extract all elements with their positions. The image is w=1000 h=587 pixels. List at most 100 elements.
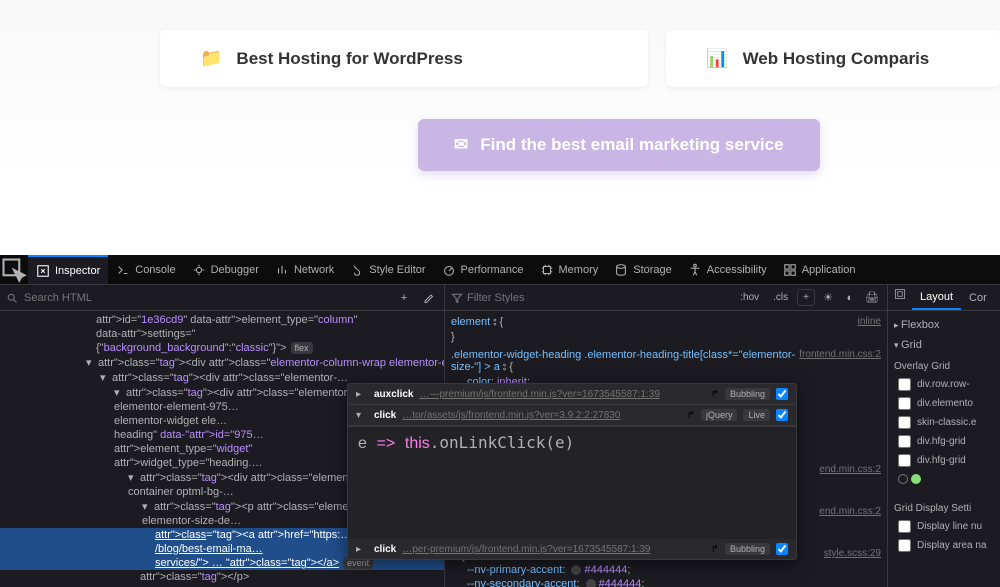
event-enabled-checkbox[interactable] (776, 388, 788, 400)
overlay-grid-item[interactable]: div.hfg-grid (894, 451, 994, 470)
rule-source[interactable]: end.min.css:2 (819, 506, 881, 517)
webpage-preview: 📁 Best Hosting for WordPress 📊 Web Hosti… (0, 0, 1000, 255)
event-location[interactable]: …per-premium/js/frontend.min.js?ver=1673… (402, 544, 704, 555)
cls-toggle[interactable]: .cls (768, 290, 793, 305)
event-row[interactable]: ▾ click …tor/assets/js/frontend.min.js?v… (348, 405, 796, 426)
tree-node[interactable]: attr">class="tag"></p> (0, 570, 444, 584)
rule-source[interactable]: style.scss:29 (824, 548, 881, 559)
tab-accessibility[interactable]: Accessibility (680, 255, 775, 284)
overlay-grid-item[interactable]: div.hfg-grid (894, 432, 994, 451)
overlay-label: div.row.row- (917, 379, 970, 390)
tab-label: Network (294, 264, 334, 276)
event-location[interactable]: …—premium/js/frontend.min.js?ver=1673545… (419, 389, 704, 400)
twisty-icon[interactable]: ▾ (86, 356, 96, 369)
tab-storage[interactable]: Storage (606, 255, 680, 284)
color-swatch[interactable] (586, 579, 596, 587)
grid-section[interactable]: Grid (894, 335, 994, 355)
pick-element-icon[interactable] (0, 256, 28, 284)
tab-debugger[interactable]: Debugger (184, 255, 267, 284)
overlay-checkbox[interactable] (898, 416, 911, 429)
twisty-icon[interactable]: ▾ (142, 500, 152, 513)
event-type: click (374, 544, 396, 555)
overlay-grid-item[interactable]: div.row.row- (894, 375, 994, 394)
radio-empty[interactable] (898, 474, 908, 484)
tree-node[interactable]: attr">id="1e36cd9" data-attr">element_ty… (0, 313, 444, 327)
rule-source[interactable]: inline (858, 316, 881, 327)
hosting-card[interactable]: 📁 Best Hosting for WordPress (160, 30, 648, 87)
add-rule-button[interactable]: + (797, 289, 815, 306)
styles-toolbar: :hov .cls + ☀ ◐ 🖨 (445, 285, 887, 311)
eyedropper-button[interactable] (418, 288, 438, 308)
var-value[interactable]: #444444 (584, 564, 627, 576)
filter-styles-input[interactable] (467, 292, 731, 304)
tree-node[interactable]: {"background_background":"classic"}">fle… (0, 341, 444, 355)
option-label: Display area na (917, 540, 986, 551)
jump-icon[interactable]: ↱ (687, 410, 695, 421)
tree-node[interactable]: ▾attr">class="tag"><div attr">class="ele… (0, 355, 444, 370)
tab-label: Inspector (55, 265, 100, 277)
overlay-grid-item[interactable]: skin-classic.e (894, 413, 994, 432)
tab-label: Style Editor (369, 264, 425, 276)
tab-inspector[interactable]: Inspector (28, 255, 108, 284)
jump-icon[interactable]: ↱ (711, 544, 719, 555)
tab-application[interactable]: Application (775, 255, 864, 284)
chart-icon: 📊 (706, 48, 728, 69)
rule-source[interactable]: end.min.css:2 (819, 464, 881, 475)
layout-panel: Layout Cor Flexbox Grid Overlay Grid div… (888, 285, 1000, 587)
twisty-icon[interactable]: ▾ (100, 371, 110, 384)
chevron-down-icon[interactable]: ▾ (356, 410, 366, 421)
overlay-label: div.hfg-grid (917, 436, 966, 447)
event-enabled-checkbox[interactable] (776, 409, 788, 421)
tab-label: Application (802, 264, 856, 276)
dark-scheme-icon[interactable]: ◐ (841, 289, 859, 307)
overlay-label: skin-classic.e (917, 417, 976, 428)
overlay-checkbox[interactable] (898, 454, 911, 467)
event-handler-code: e => this.onLinkClick(e) (348, 426, 796, 459)
flexbox-section[interactable]: Flexbox (894, 315, 994, 335)
jump-icon[interactable]: ↱ (711, 389, 719, 400)
event-row[interactable]: ▸ click …per-premium/js/frontend.min.js?… (348, 539, 796, 559)
tab-layout[interactable]: Layout (912, 285, 961, 310)
light-scheme-icon[interactable]: ☀ (819, 289, 837, 307)
tab-style-editor[interactable]: Style Editor (342, 255, 433, 284)
display-area-names-checkbox[interactable] (898, 539, 911, 552)
tab-console[interactable]: Console (108, 255, 183, 284)
radio-green[interactable] (911, 474, 921, 484)
overlay-checkbox[interactable] (898, 435, 911, 448)
chevron-right-icon[interactable]: ▸ (356, 544, 366, 555)
comparison-card[interactable]: 📊 Web Hosting Comparis (666, 30, 1000, 87)
search-icon (6, 292, 18, 304)
var-value[interactable]: #444444 (599, 578, 642, 587)
add-element-button[interactable]: + (394, 288, 414, 308)
tab-network[interactable]: Network (267, 255, 342, 284)
option-label: Display line nu (917, 521, 982, 532)
tab-label: Performance (461, 264, 524, 276)
layout-body: Flexbox Grid Overlay Grid div.row.row-di… (888, 311, 1000, 559)
event-enabled-checkbox[interactable] (776, 543, 788, 555)
var-name[interactable]: --nv-secondary-accent (467, 578, 576, 587)
layout-tabs: Layout Cor (888, 285, 1000, 311)
overlay-checkbox[interactable] (898, 378, 911, 391)
var-name[interactable]: --nv-primary-accent (467, 564, 562, 576)
event-location[interactable]: …tor/assets/js/frontend.min.js?ver=3.9.2… (402, 410, 680, 421)
email-marketing-button[interactable]: ✉ Find the best email marketing service (418, 119, 820, 171)
tree-node[interactable]: data-attr">settings=" (0, 327, 444, 341)
grid-display-settings-label: Grid Display Setti (894, 497, 994, 517)
tab-memory[interactable]: Memory (532, 255, 607, 284)
live-badge: Live (743, 409, 770, 421)
tab-computed[interactable]: Cor (961, 285, 995, 310)
chevron-right-icon[interactable]: ▸ (356, 389, 366, 400)
overlay-grid-item[interactable]: div.elemento (894, 394, 994, 413)
hov-toggle[interactable]: :hov (735, 290, 764, 305)
tab-performance[interactable]: Performance (434, 255, 532, 284)
rule-source[interactable]: frontend.min.css:2 (799, 349, 881, 360)
twisty-icon[interactable]: ▾ (128, 471, 138, 484)
layout-icon[interactable] (888, 285, 912, 303)
twisty-icon[interactable]: ▾ (114, 386, 124, 399)
overlay-checkbox[interactable] (898, 397, 911, 410)
search-html-input[interactable] (24, 292, 388, 304)
color-swatch[interactable] (571, 565, 581, 575)
event-row[interactable]: ▸ auxclick …—premium/js/frontend.min.js?… (348, 384, 796, 405)
display-line-numbers-checkbox[interactable] (898, 520, 911, 533)
print-media-icon[interactable]: 🖨 (863, 289, 881, 307)
